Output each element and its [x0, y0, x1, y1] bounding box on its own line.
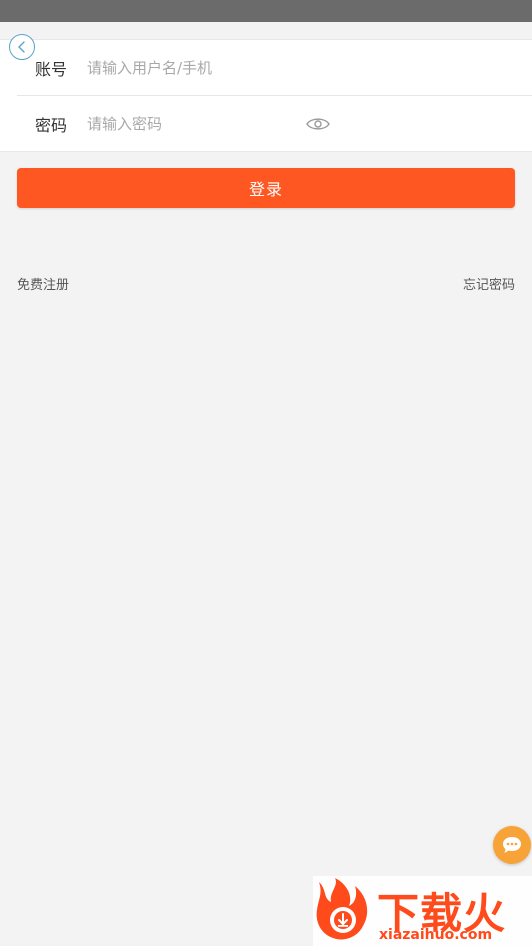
- flame-logo-icon: [316, 878, 368, 940]
- back-button[interactable]: [9, 34, 35, 60]
- password-label: 密码: [35, 116, 68, 135]
- account-label: 账号: [35, 59, 68, 79]
- login-button[interactable]: 登录: [17, 168, 515, 208]
- back-icon: [18, 41, 25, 53]
- register-link[interactable]: 免费注册: [17, 274, 69, 293]
- forgot-password-link[interactable]: 忘记密码: [463, 274, 515, 293]
- chat-button[interactable]: [493, 826, 531, 864]
- account-input[interactable]: [87, 52, 297, 83]
- password-input[interactable]: [87, 109, 297, 139]
- eye-icon: [306, 118, 330, 130]
- watermark-domain: xiazaihuo.com: [379, 927, 493, 943]
- password-row: 密码: [17, 96, 532, 152]
- password-visibility-toggle[interactable]: [305, 112, 331, 136]
- chat-bubble-icon: [503, 837, 521, 853]
- login-form: 账号 密码: [0, 39, 532, 152]
- status-bar: [0, 0, 532, 22]
- watermark: 下载火 xiazaihuo.com: [313, 876, 532, 946]
- account-row: 账号: [17, 40, 532, 96]
